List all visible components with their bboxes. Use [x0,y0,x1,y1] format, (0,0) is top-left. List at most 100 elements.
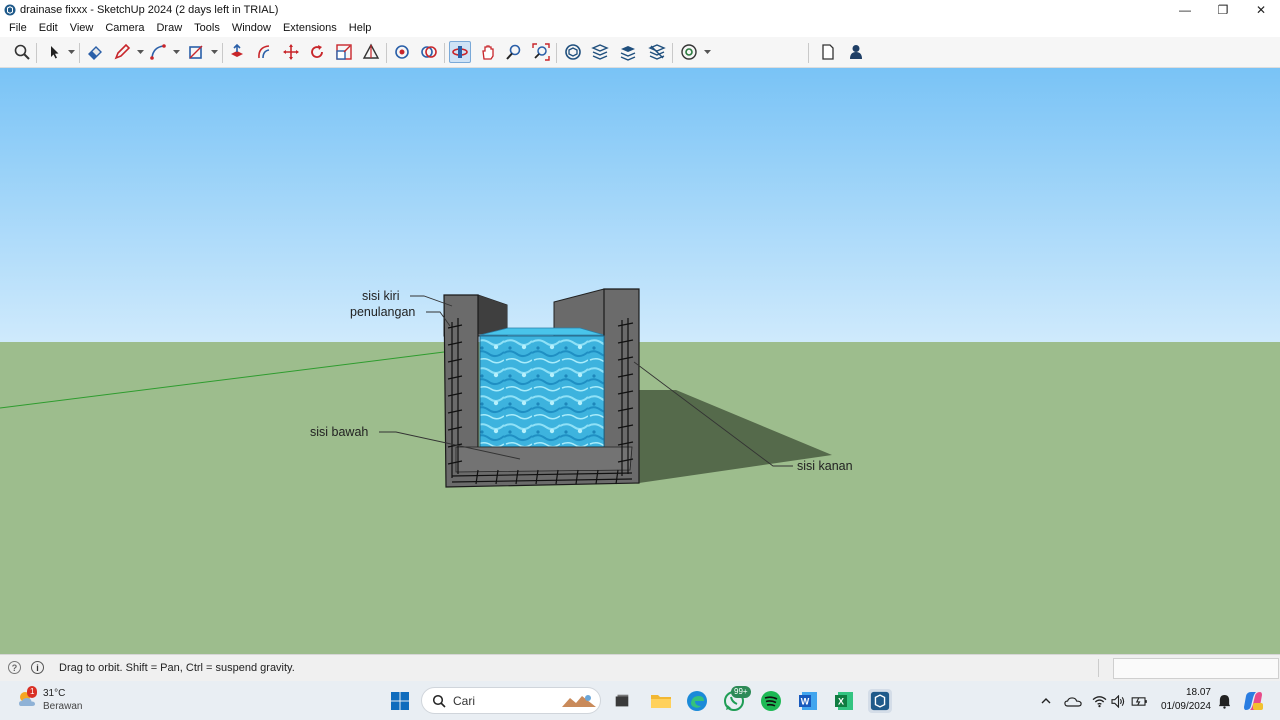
3d-warehouse-icon [565,44,581,60]
label-penulangan: penulangan [350,305,416,319]
chevron-down-icon[interactable] [704,50,711,55]
zoom-icon [506,44,521,60]
taskbar: 1 31°C Berawan Cari 99+ W X 18.07 01/09/… [0,681,1280,720]
chevron-down-icon[interactable] [173,50,180,55]
zoom-extents-icon [532,43,550,61]
search-highlight-icon [562,695,596,707]
push-pull-button[interactable] [226,41,248,63]
menu-edit[interactable]: Edit [34,22,63,34]
folder-icon [651,695,671,708]
taskbar-search[interactable]: Cari [421,687,601,714]
scale-button[interactable] [333,41,355,63]
rotate-button[interactable] [306,41,328,63]
file-explorer-button[interactable] [649,689,673,713]
toolbar [0,37,1280,68]
measurements-box[interactable] [1113,658,1279,679]
3d-warehouse-button[interactable] [562,41,584,63]
arc-icon [150,44,166,60]
eraser-button[interactable] [84,41,106,63]
new-file-button[interactable] [817,41,839,63]
copilot-button[interactable] [1241,689,1265,713]
excel-button[interactable]: X [832,689,856,713]
paint-bucket-button[interactable] [391,41,413,63]
sketchup-taskbar-button[interactable] [868,689,892,713]
weather-temp: 31°C [43,688,66,699]
ground [0,342,1280,654]
show-hidden-icons-button[interactable] [1034,689,1058,713]
question-icon[interactable]: ? [8,661,21,674]
label-sisi-bawah: sisi bawah [310,425,369,439]
eraser-icon [88,46,102,60]
chevron-up-icon [1041,698,1051,704]
account-button[interactable] [845,41,867,63]
clock-time[interactable]: 18.07 [1177,687,1211,698]
info-icon[interactable]: i [31,661,44,674]
line-button[interactable] [111,41,133,63]
search-button[interactable] [11,41,33,63]
maximize-button[interactable]: ❐ [1204,0,1242,19]
menu-extensions[interactable]: Extensions [278,22,342,34]
tape-measure-button[interactable] [360,41,382,63]
menu-camera[interactable]: Camera [100,22,149,34]
start-button[interactable] [388,689,412,713]
minimize-button[interactable]: — [1166,0,1204,19]
onedrive-button[interactable] [1061,689,1085,713]
pan-button[interactable] [477,41,499,63]
orbit-icon [452,46,468,58]
rectangle-icon [189,45,203,59]
word-button[interactable]: W [796,689,820,713]
scale-icon [336,44,352,60]
styles-icon [421,46,437,58]
zoom-extents-button[interactable] [530,41,552,63]
line-pencil-icon [114,43,131,60]
3d-viewport[interactable]: sisi kiri penulangan sisi bawah sisi kan… [0,68,1280,654]
sketchup-window: drainase fixxx - SketchUp 2024 (2 days l… [0,0,1280,720]
layout-button[interactable] [617,41,639,63]
task-view-button[interactable] [610,689,634,713]
arc-button[interactable] [147,41,169,63]
spotify-button[interactable] [759,689,783,713]
extension-warehouse-button[interactable] [589,41,611,63]
chevron-down-icon[interactable] [211,50,218,55]
word-icon: W [799,692,817,710]
menu-bar: File Edit View Camera Draw Tools Window … [0,19,1280,37]
notifications-button[interactable] [1212,689,1236,713]
clock-date[interactable]: 01/09/2024 [1156,701,1211,712]
menu-view[interactable]: View [65,22,99,34]
layout-icon [620,46,636,61]
offset-button[interactable] [253,41,275,63]
title-bar: drainase fixxx - SketchUp 2024 (2 days l… [0,0,1280,19]
orbit-button[interactable] [449,41,471,63]
label-sisi-kiri: sisi kiri [362,289,400,303]
model-scene[interactable] [0,68,1280,654]
menu-tools[interactable]: Tools [189,22,225,34]
chevron-down-icon[interactable] [137,50,144,55]
move-icon [283,44,299,60]
select-button[interactable] [43,41,65,63]
chevron-down-icon[interactable] [68,50,75,55]
menu-file[interactable]: File [4,22,32,34]
menu-draw[interactable]: Draw [151,22,187,34]
user-settings-button[interactable] [678,41,700,63]
rectangle-button[interactable] [185,41,207,63]
windows-start-icon [391,692,409,710]
task-view-icon [615,694,629,707]
battery-button[interactable] [1127,689,1151,713]
zoom-button[interactable] [503,41,525,63]
extension-manager-button[interactable] [646,41,668,63]
menu-help[interactable]: Help [344,22,377,34]
bell-icon [1218,694,1230,709]
menu-window[interactable]: Window [227,22,276,34]
speaker-icon [1110,694,1124,708]
pan-icon [482,45,494,60]
extension-warehouse-icon [591,44,609,60]
edge-button[interactable] [685,689,709,713]
push-pull-icon [231,43,243,57]
move-button[interactable] [280,41,302,63]
styles-button[interactable] [418,41,440,63]
new-file-icon [822,44,834,60]
svg-text:X: X [838,697,844,707]
wifi-icon [1092,695,1106,707]
cloud-icon [1064,696,1082,707]
close-button[interactable]: ✕ [1242,0,1280,19]
